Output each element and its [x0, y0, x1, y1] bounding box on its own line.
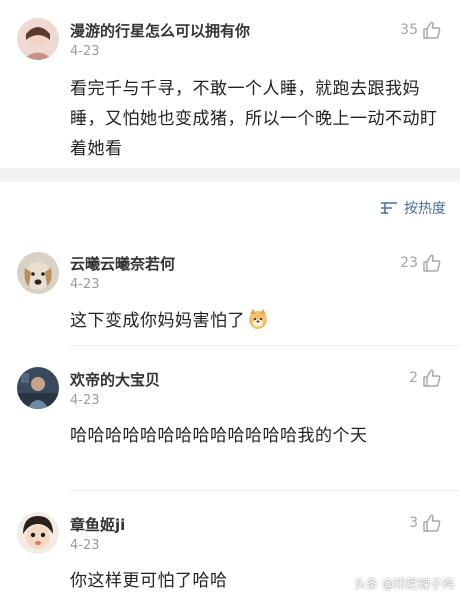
- thumbs-up-icon: [422, 253, 442, 273]
- comment-date: 4-23: [70, 44, 100, 59]
- avatar[interactable]: [17, 367, 59, 409]
- username[interactable]: 章鱼姬ji: [70, 514, 125, 535]
- like-button[interactable]: 35: [400, 19, 442, 41]
- comment-date: 4-23: [70, 393, 100, 408]
- like-button[interactable]: 3: [409, 512, 442, 534]
- sort-toggle[interactable]: 按热度: [380, 198, 446, 218]
- comment-date: 4-23: [70, 277, 100, 292]
- avatar[interactable]: [17, 18, 59, 60]
- avatar[interactable]: [17, 512, 59, 554]
- like-count: 35: [400, 22, 418, 38]
- like-count: 2: [409, 370, 418, 386]
- thumbs-up-icon: [422, 20, 442, 40]
- username[interactable]: 漫游的行星怎么可以拥有你: [70, 20, 250, 41]
- avatar[interactable]: [17, 252, 59, 294]
- comment-text: 这下变成你妈妈害怕了: [70, 306, 440, 336]
- thumbs-up-icon: [422, 368, 442, 388]
- comment-text: 哈哈哈哈哈哈哈哈哈哈哈哈哈我的个天: [70, 426, 368, 446]
- sort-label: 按热度: [404, 201, 446, 217]
- comment-divider: [70, 490, 460, 491]
- comment-text-body: 这下变成你妈妈害怕了: [70, 311, 245, 331]
- username[interactable]: 云曦云曦奈若何: [70, 253, 175, 274]
- watermark: 头条 @印尼辣子鸡: [354, 577, 454, 591]
- like-button[interactable]: 2: [409, 367, 442, 389]
- like-count: 23: [400, 255, 418, 271]
- sort-icon: [380, 201, 398, 215]
- section-divider: [0, 168, 460, 182]
- comment-text: 看完千与千寻，不敢一个人睡，就跑去跟我妈睡，又怕她也变成猪，所以一个晚上一动不动…: [70, 79, 438, 159]
- username[interactable]: 欢帝的大宝贝: [70, 369, 160, 390]
- like-button[interactable]: 23: [400, 252, 442, 274]
- thumbs-up-icon: [422, 513, 442, 533]
- doge-emoji-icon: [247, 308, 269, 330]
- comment-date: 4-23: [70, 538, 100, 553]
- like-count: 3: [409, 515, 418, 531]
- comment-divider: [70, 345, 460, 346]
